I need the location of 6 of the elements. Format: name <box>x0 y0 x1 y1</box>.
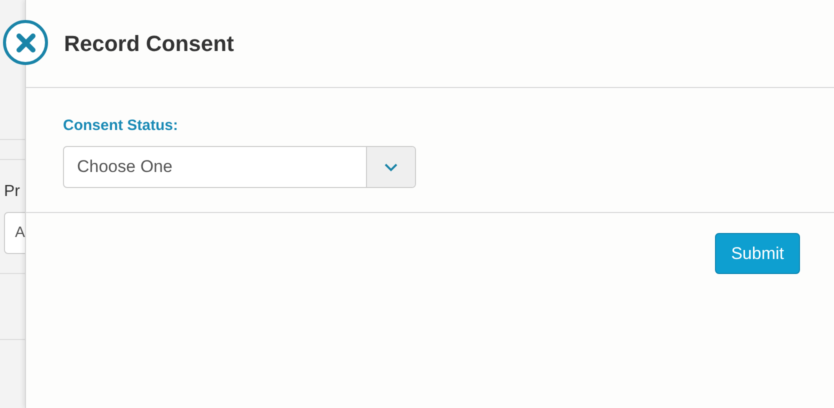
chevron-down-icon <box>384 162 398 172</box>
dialog-title: Record Consent <box>64 30 234 58</box>
field-label: Consent Status: <box>63 116 180 136</box>
select-dropdown[interactable]: Choose One <box>63 146 416 188</box>
input-field[interactable]: A <box>4 212 25 254</box>
field-label: Pr <box>4 182 21 202</box>
